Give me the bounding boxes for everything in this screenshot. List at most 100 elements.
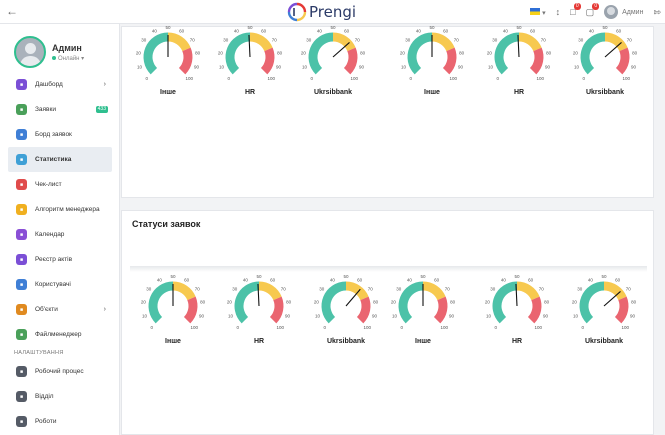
green-band — [225, 32, 251, 75]
gauge-tick-label: 20 — [227, 299, 233, 304]
gauge-tick-label: 10 — [488, 64, 494, 69]
gauge-tick-label: 100 — [449, 76, 457, 81]
sidebar-item-dashboard[interactable]: ■ Дашборд › — [8, 72, 112, 97]
sidebar-item-label: Реєстр актів — [35, 256, 73, 263]
gauge-tick-label: 0 — [324, 325, 327, 330]
sidebar-item-algorithm[interactable]: ■ Алгоритм менеджера — [8, 197, 112, 222]
gauge-tick-label: 50 — [170, 274, 176, 279]
lightning-icon[interactable]: ↕ — [556, 7, 561, 17]
gauge-tick-label: 40 — [317, 28, 323, 33]
sidebar-item-acts-registry[interactable]: ■ Реєстр актів — [8, 247, 112, 272]
back-arrow-icon[interactable]: ← — [6, 4, 18, 18]
sidebar: Админ Онлайн ▾ ■ Дашборд › ■ Заявки 433 ■ Борд … — [0, 24, 120, 435]
gauge-tick-label: 70 — [626, 286, 632, 291]
gauge-label: Інше — [424, 89, 440, 96]
sidebar-item-checklist[interactable]: ■ Чек-лист — [8, 172, 112, 197]
user-status[interactable]: Онлайн ▾ — [52, 55, 84, 62]
gauge-tick-label: 0 — [410, 76, 413, 81]
gauge-tick-label: 40 — [503, 28, 509, 33]
gauge-chart: 0 10 20 30 40 50 60 70 80 90 100 HR — [215, 25, 285, 99]
user-profile[interactable]: Админ Онлайн ▾ — [14, 36, 84, 68]
yellow-band — [172, 281, 196, 301]
yellow-band — [167, 32, 191, 52]
sidebar-item-board[interactable]: ■ Борд заявок — [8, 122, 112, 147]
gauge-tick-label: 20 — [487, 50, 493, 55]
gauge-tick-label: 40 — [589, 28, 595, 33]
sidebar-item-workflow[interactable]: ■ Робочий процес — [8, 359, 112, 384]
gauge-tick-label: 30 — [396, 286, 402, 291]
gauge-tick-label: 80 — [544, 299, 550, 304]
gauge-tick-label: 40 — [157, 277, 163, 282]
gauge-tick-label: 60 — [184, 277, 190, 282]
gauge-tick-label: 60 — [434, 277, 440, 282]
gauge-tick-label: 10 — [302, 64, 308, 69]
gauge-tick-label: 70 — [541, 37, 547, 42]
gauges-card-top: 0 10 20 30 40 50 60 70 80 90 100 Інше 0 10 20 30 40 50 60 7… — [121, 25, 654, 198]
gauge-tick-label: 100 — [621, 325, 629, 330]
gauge-chart: 0 10 20 30 40 50 60 70 80 90 100 Ukrsibbank — [570, 25, 640, 99]
gauge-chart: 0 10 20 30 40 50 60 70 80 90 100 HR — [482, 274, 552, 348]
gauge-tick-label: 100 — [440, 325, 448, 330]
chevron-right-icon: › — [103, 306, 106, 313]
logo-mark-icon — [287, 2, 307, 22]
logo-text: Prengi — [309, 3, 357, 21]
ukraine-flag-icon — [530, 7, 541, 15]
gauge-tick-label: 80 — [195, 50, 201, 55]
top-bar: ← Prengi ▾ ↕ □ 0 ▢ 0 Админ ⇰ — [0, 0, 665, 24]
gauge-tick-label: 10 — [315, 313, 321, 318]
count-badge: 433 — [95, 106, 108, 113]
gauge-tick-label: 100 — [534, 325, 542, 330]
acts-registry-icon: ■ — [16, 254, 27, 265]
gauge-label: Інше — [415, 338, 431, 345]
gauge-tick-label: 70 — [355, 37, 361, 42]
sidebar-item-users[interactable]: ■ Користувачі — [8, 272, 112, 297]
sidebar-item-calendar[interactable]: ■ Календар — [8, 222, 112, 247]
top-user-name: Админ — [622, 8, 644, 16]
gauge-tick-label: 30 — [578, 37, 584, 42]
gauge-tick-label: 100 — [267, 76, 275, 81]
logo[interactable]: Prengi — [287, 1, 356, 23]
gauge-tick-label: 30 — [319, 286, 325, 291]
red-band — [529, 47, 544, 75]
gauge-tick-label: 0 — [497, 76, 500, 81]
red-band — [269, 296, 284, 324]
sidebar-item-file-manager[interactable]: ■ Файлменеджер — [8, 322, 112, 347]
gauge-tick-label: 90 — [359, 64, 365, 69]
language-selector[interactable]: ▾ — [530, 7, 546, 17]
gauge-tick-label: 70 — [190, 37, 196, 42]
gauge-label: HR — [253, 338, 265, 345]
sidebar-item-works[interactable]: ■ Роботи — [8, 409, 112, 434]
chat-button[interactable]: ▢ 0 — [586, 2, 600, 18]
green-band — [308, 32, 334, 75]
bell-button[interactable]: □ 0 — [570, 3, 581, 17]
gauge-tick-label: 70 — [454, 37, 460, 42]
logout-icon[interactable]: ⇰ — [653, 7, 661, 18]
user-menu[interactable]: Админ — [604, 5, 643, 19]
gauge-tick-label: 70 — [272, 37, 278, 42]
red-band — [614, 296, 629, 324]
bell-badge: 0 — [573, 3, 581, 10]
gauge-tick-label: 40 — [588, 277, 594, 282]
gauge-tick-label: 90 — [199, 313, 205, 318]
gauge-tick-label: 30 — [492, 37, 498, 42]
gauge-tick-label: 20 — [301, 50, 307, 55]
gauge-tick-label: 10 — [219, 64, 225, 69]
sidebar-item-statistics[interactable]: ■ Статистика — [8, 147, 112, 172]
sidebar-item-requests[interactable]: ■ Заявки 433 — [8, 97, 112, 122]
section-title: Статуси заявок — [132, 219, 201, 229]
gauge-label: Інше — [165, 338, 181, 345]
sidebar-item-objects[interactable]: ■ Об'єкти › — [8, 297, 112, 322]
green-band — [234, 281, 260, 324]
gauge-tick-label: 100 — [536, 76, 544, 81]
settings-section-label: НАЛАШТУВАННЯ — [14, 350, 64, 356]
sidebar-item-label: Дашборд — [35, 81, 63, 88]
sidebar-item-department[interactable]: ■ Відділ — [8, 384, 112, 409]
gauge-tick-label: 80 — [200, 299, 206, 304]
gauge-tick-label: 80 — [286, 299, 292, 304]
gauge-tick-label: 0 — [228, 76, 231, 81]
gauge-tick-label: 60 — [179, 28, 185, 33]
gauge-tick-label: 20 — [218, 50, 224, 55]
yellow-band — [422, 281, 446, 301]
gauge-tick-label: 70 — [368, 286, 374, 291]
dashboard-icon: ■ — [16, 79, 27, 90]
